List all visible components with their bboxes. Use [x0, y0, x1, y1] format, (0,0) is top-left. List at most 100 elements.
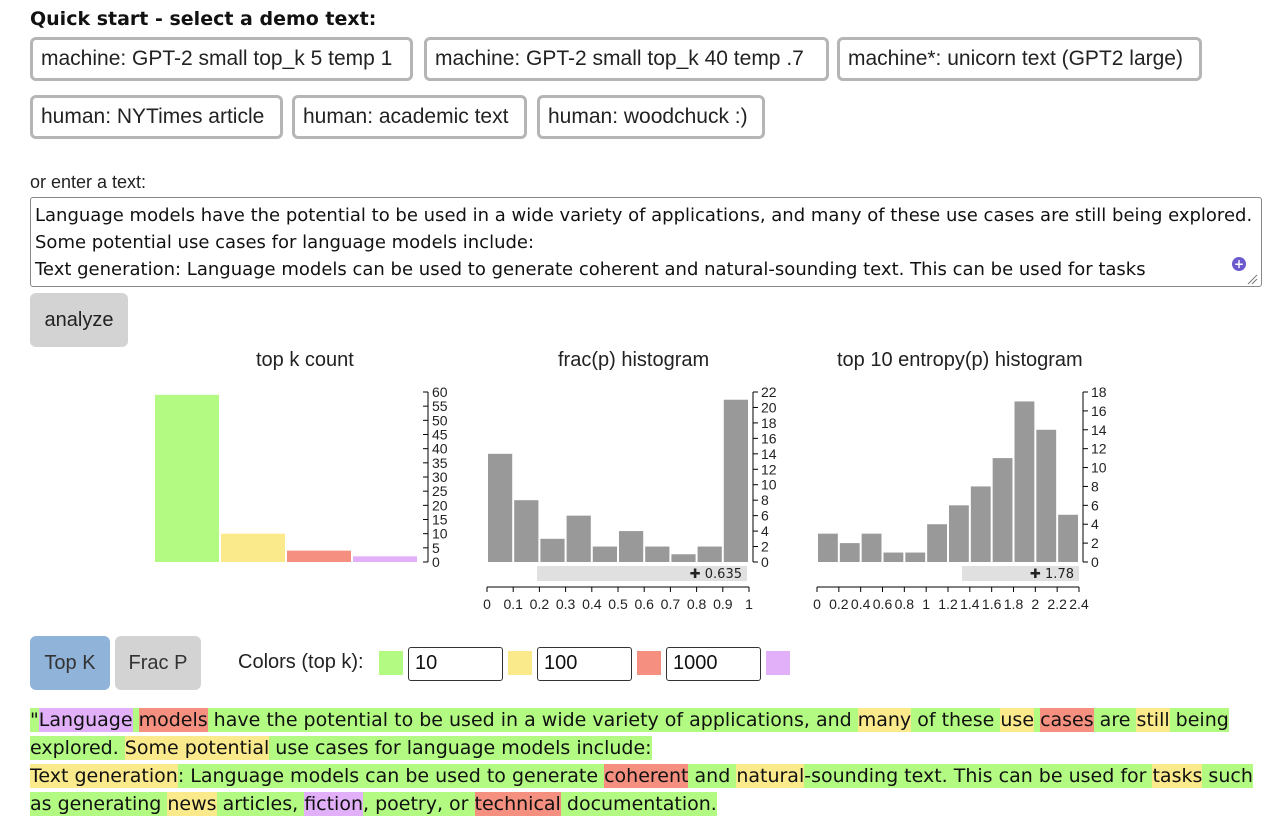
- demo-button-gpt2-small-topk40[interactable]: machine: GPT-2 small top_k 40 temp .7: [424, 37, 829, 81]
- top-k-mode-button[interactable]: Top K: [30, 636, 110, 690]
- topk-y-tick-label: 25: [432, 483, 448, 499]
- token[interactable]: technical: [474, 792, 561, 816]
- color-swatch-red: [637, 651, 661, 675]
- frac-bar: [592, 546, 617, 562]
- token[interactable]: have the potential to be used in a wide …: [207, 708, 858, 732]
- demo-button-academic[interactable]: human: academic text: [292, 95, 527, 139]
- topk-y-tick-label: 10: [432, 526, 448, 542]
- token[interactable]: ": [30, 708, 39, 732]
- token[interactable]: of these: [911, 708, 1001, 732]
- token[interactable]: still: [1136, 708, 1170, 732]
- token[interactable]: cases: [1040, 708, 1094, 732]
- entropy-y-tick-label: 12: [1091, 441, 1107, 457]
- entropy-y-tick-label: 16: [1091, 403, 1107, 419]
- frac-bar: [671, 554, 696, 562]
- token-highlight-text: "Language models have the potential to b…: [30, 706, 1260, 818]
- entropy-x-tick-label: 1.8: [1004, 596, 1024, 612]
- frac-bar: [540, 538, 565, 562]
- entropy-bar: [1036, 429, 1057, 562]
- topk-bar: [287, 550, 351, 562]
- topk-bar: [221, 533, 285, 562]
- token[interactable]: : Language models can be used to generat…: [177, 764, 605, 788]
- frac-bar: [723, 399, 748, 562]
- token[interactable]: Language: [38, 708, 133, 732]
- demo-button-unicorn-text[interactable]: machine*: unicorn text (GPT2 large): [837, 37, 1202, 81]
- token[interactable]: and: [688, 764, 737, 788]
- plus-circle-icon[interactable]: +: [1232, 257, 1246, 271]
- token[interactable]: , poetry, or: [363, 792, 475, 816]
- token[interactable]: use cases for language models include:: [269, 736, 652, 760]
- frac-histogram-chart: 0246810121416182022✚ 0.6350 0.1 0.2 0.3 0.4 0…: [483, 384, 777, 612]
- entropy-x-tick-label: 1: [922, 596, 930, 612]
- entropy-x-tick-label: 1.6: [982, 596, 1002, 612]
- frac-y-tick-label: 6: [761, 508, 769, 524]
- demo-button-nytimes[interactable]: human: NYTimes article: [30, 95, 283, 139]
- token[interactable]: fiction: [304, 792, 363, 816]
- color-swatch-purple: [766, 651, 790, 675]
- frac-bar: [619, 531, 644, 562]
- topk-y-tick-label: 30: [432, 469, 448, 485]
- resize-handle-icon[interactable]: [1246, 273, 1258, 285]
- entropy-x-tick-label: 1.2: [938, 596, 958, 612]
- topk-y-tick-label: 15: [432, 512, 448, 528]
- frac-x-tick-label: 0.7: [661, 596, 681, 612]
- frac-y-tick-label: 10: [761, 477, 777, 493]
- token[interactable]: are: [1093, 708, 1137, 732]
- entropy-bar: [818, 533, 838, 562]
- token[interactable]: Some potential: [124, 736, 270, 760]
- color-swatch-green: [379, 651, 403, 675]
- token[interactable]: tasks: [1152, 764, 1203, 788]
- entropy-bar: [905, 552, 926, 562]
- token[interactable]: many: [857, 708, 912, 732]
- frac-p-mode-button[interactable]: Frac P: [115, 636, 201, 690]
- token[interactable]: models: [138, 708, 208, 732]
- token[interactable]: natural: [736, 764, 805, 788]
- topk-y-tick-label: 45: [432, 427, 448, 443]
- analyze-button[interactable]: analyze: [30, 293, 128, 347]
- token[interactable]: use: [1000, 708, 1035, 732]
- demo-button-woodchuck[interactable]: human: woodchuck :): [537, 95, 765, 139]
- text-input[interactable]: Language models have the potential to be…: [30, 197, 1262, 287]
- topk-y-tick-label: 60: [432, 384, 448, 400]
- token[interactable]: articles,: [216, 792, 305, 816]
- token[interactable]: Text generation: [30, 764, 178, 788]
- entropy-x-tick-label: 2.4: [1069, 596, 1089, 612]
- entropy-bar: [839, 543, 860, 562]
- demo-button-gpt2-small-topk5[interactable]: machine: GPT-2 small top_k 5 temp 1: [30, 37, 413, 81]
- entropy-x-tick-label: 0.4: [851, 596, 871, 612]
- token[interactable]: [132, 708, 139, 732]
- topk-y-tick-label: 35: [432, 455, 448, 471]
- frac-x-tick-label: 0.6: [634, 596, 654, 612]
- frac-x-tick-label: 0.8: [687, 596, 707, 612]
- entropy-x-tick-label: 0.6: [873, 596, 893, 612]
- threshold-input-2[interactable]: 100: [537, 647, 632, 681]
- entropy-bar: [1058, 514, 1078, 562]
- entropy-bar: [949, 505, 969, 562]
- text-input-label: or enter a text:: [30, 172, 147, 192]
- entropy-x-tick-label: 0: [813, 596, 821, 612]
- token[interactable]: coherent: [604, 764, 689, 788]
- topk-y-tick-label: 20: [432, 497, 448, 513]
- threshold-input-1[interactable]: 10: [408, 647, 503, 681]
- frac-y-tick-label: 20: [761, 399, 777, 415]
- entropy-y-tick-label: 4: [1091, 516, 1099, 532]
- entropy-y-tick-label: 18: [1091, 384, 1107, 400]
- topk-y-tick-label: 50: [432, 412, 448, 428]
- frac-bar: [514, 500, 539, 562]
- threshold-input-3[interactable]: 1000: [666, 647, 761, 681]
- entropy-bar: [1014, 401, 1035, 562]
- frac-median-label: ✚ 0.635: [690, 567, 742, 582]
- entropy-bar: [992, 458, 1013, 562]
- frac-y-tick-label: 14: [761, 446, 777, 462]
- topk-y-tick-label: 55: [432, 398, 448, 414]
- token[interactable]: -sounding text. This can be used for: [804, 764, 1153, 788]
- token[interactable]: documentation.: [560, 792, 717, 816]
- topk-y-tick-label: 5: [432, 540, 440, 556]
- entropy-bar: [861, 533, 882, 562]
- entropy-x-tick-label: 2.2: [1047, 596, 1067, 612]
- entropy-y-tick-label: 10: [1091, 460, 1107, 476]
- entropy-bar: [927, 524, 947, 562]
- topk-count-chart: 051015202530354045505560: [155, 384, 448, 570]
- colors-legend-label: Colors (top k):: [238, 651, 364, 673]
- token[interactable]: news: [167, 792, 217, 816]
